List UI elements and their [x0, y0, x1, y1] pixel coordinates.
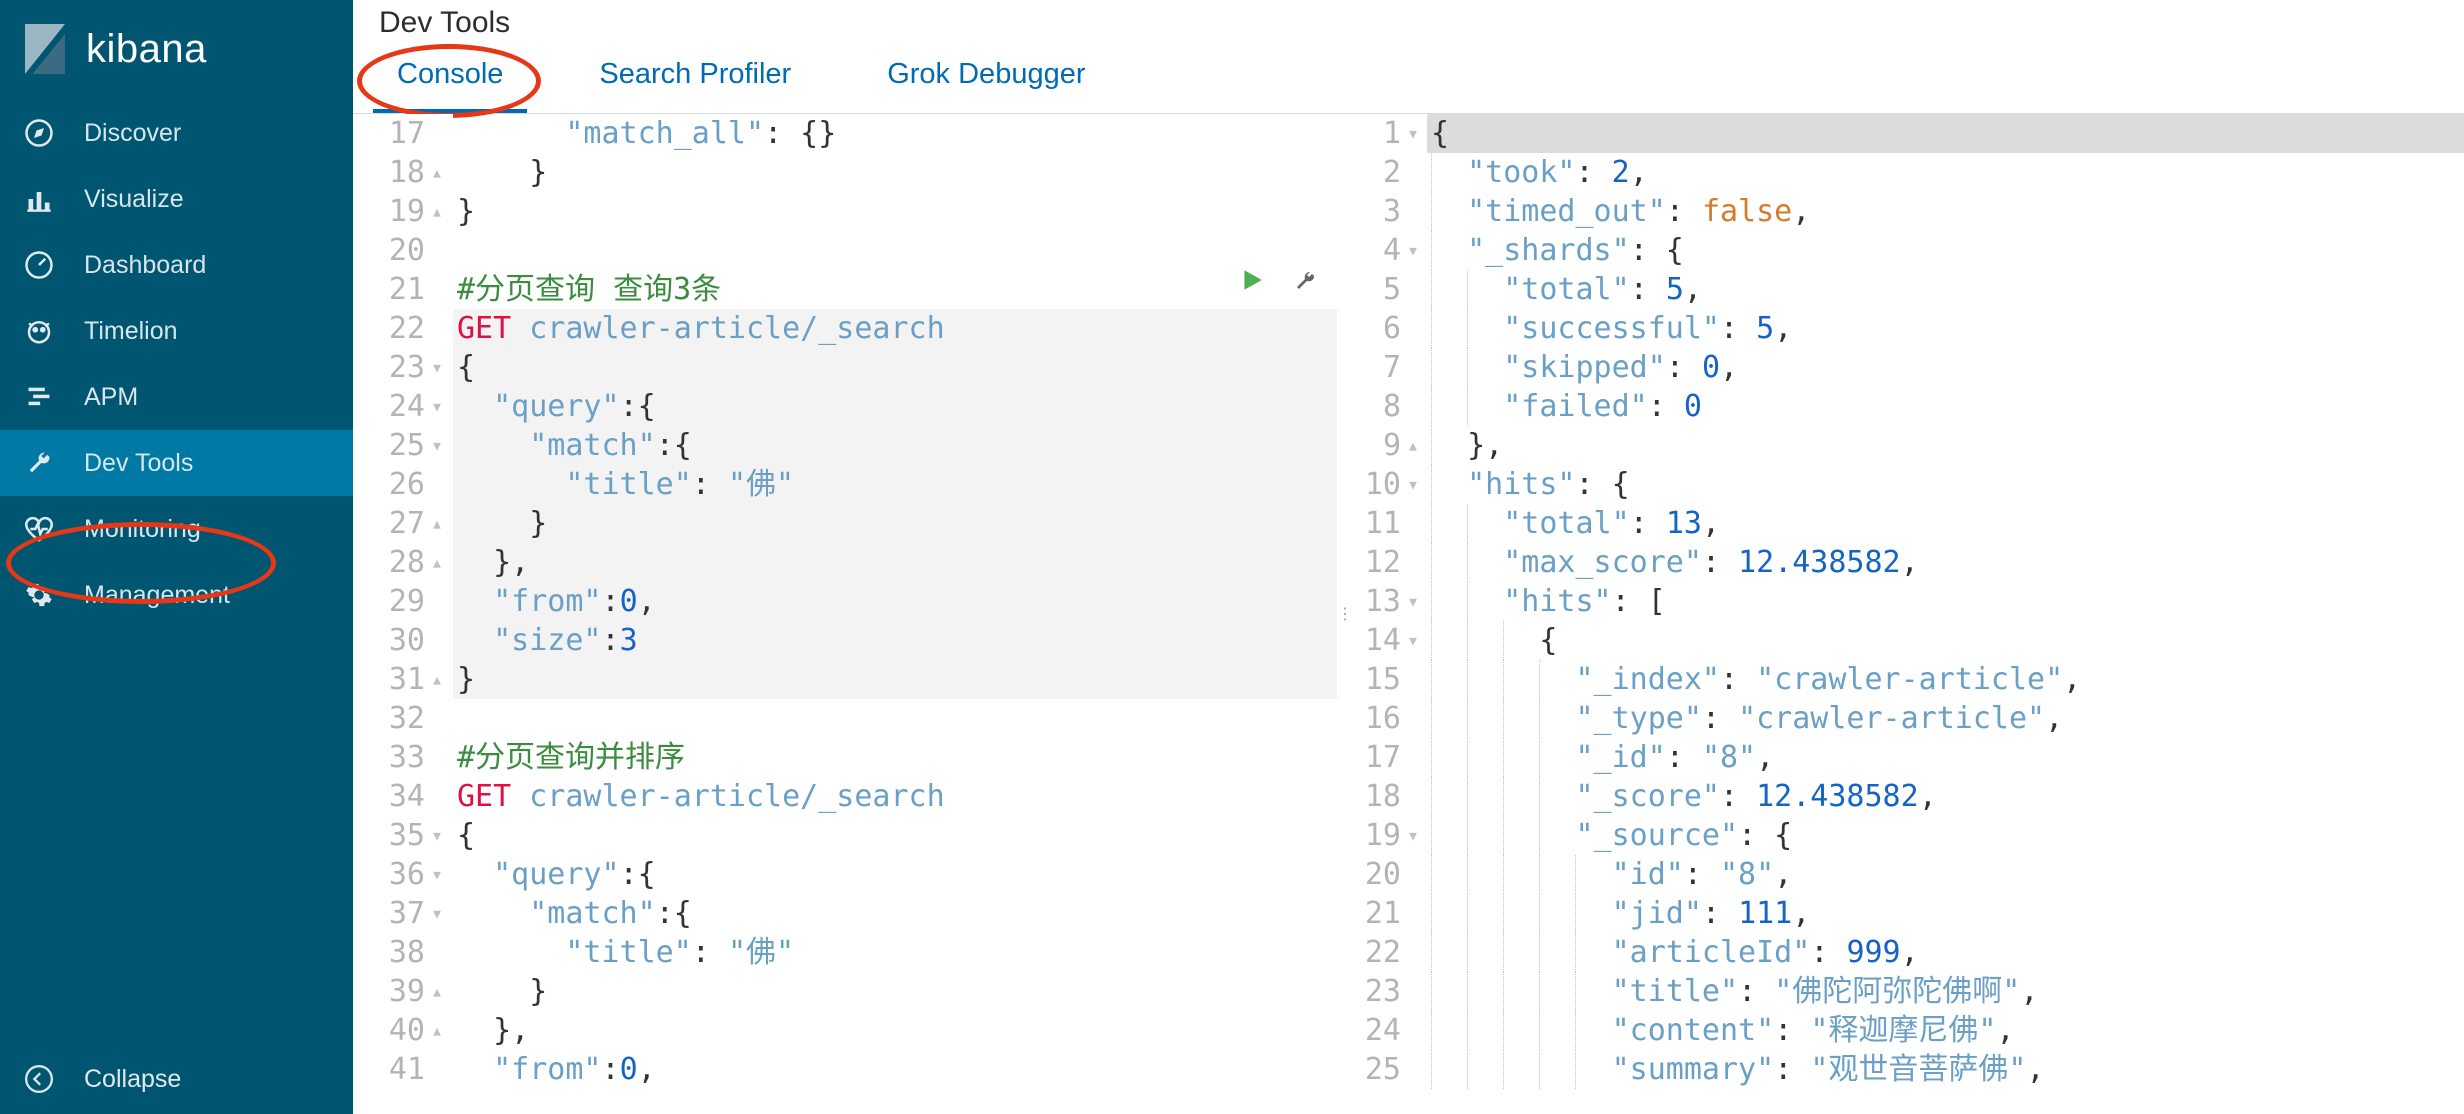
editor-actions — [1239, 264, 1323, 294]
sidebar-item-label: Management — [84, 581, 230, 610]
collapse-label: Collapse — [84, 1065, 181, 1094]
response-viewer: 1▾2 3 4▾5 6 7 8 9▴10▾11 12 13▾14▾15 16 1… — [1353, 114, 2464, 1114]
brand-label: kibana — [86, 27, 207, 72]
timelion-icon — [22, 314, 56, 348]
collapse-icon — [22, 1062, 56, 1096]
sidebar-nav: Discover Visualize Dashboard Timelion AP… — [0, 100, 353, 628]
run-icon[interactable] — [1239, 264, 1269, 294]
sidebar-item-label: Dashboard — [84, 251, 206, 280]
main: Dev Tools Console Search Profiler Grok D… — [353, 0, 2464, 1114]
sidebar-item-apm[interactable]: APM — [0, 364, 353, 430]
output-code[interactable]: { "took": 2, "timed_out": false, "_shard… — [1427, 114, 2464, 1114]
gauge-icon — [22, 248, 56, 282]
tab-grok-debugger[interactable]: Grok Debugger — [863, 44, 1109, 113]
wrench-icon[interactable] — [1293, 264, 1323, 294]
gear-icon — [22, 578, 56, 612]
heartbeat-icon — [22, 512, 56, 546]
sidebar-item-timelion[interactable]: Timelion — [0, 298, 353, 364]
sidebar-collapse[interactable]: Collapse — [0, 1044, 353, 1114]
request-editor[interactable]: 17 18▴19▴20 21 22 23▾24▾25▾26 27▴28▴29 3… — [353, 114, 1337, 1114]
wrench-icon — [22, 446, 56, 480]
sidebar-item-label: Timelion — [84, 317, 178, 346]
sidebar-item-label: Dev Tools — [84, 449, 193, 478]
sidebar-item-discover[interactable]: Discover — [0, 100, 353, 166]
sidebar-item-dashboard[interactable]: Dashboard — [0, 232, 353, 298]
sidebar-item-label: Monitoring — [84, 515, 201, 544]
editor-gutter: 17 18▴19▴20 21 22 23▾24▾25▾26 27▴28▴29 3… — [353, 114, 453, 1114]
apm-icon — [22, 380, 56, 414]
sidebar-item-label: APM — [84, 383, 138, 412]
sidebar-item-monitoring[interactable]: Monitoring — [0, 496, 353, 562]
page-title: Dev Tools — [353, 0, 2464, 44]
kibana-logo-icon — [20, 24, 70, 74]
brand[interactable]: kibana — [0, 0, 353, 100]
pane-divider[interactable]: ⋮ — [1337, 114, 1353, 1114]
sidebar-item-visualize[interactable]: Visualize — [0, 166, 353, 232]
bar-chart-icon — [22, 182, 56, 216]
output-gutter: 1▾2 3 4▾5 6 7 8 9▴10▾11 12 13▾14▾15 16 1… — [1353, 114, 1427, 1114]
compass-icon — [22, 116, 56, 150]
sidebar-item-management[interactable]: Management — [0, 562, 353, 628]
workspace: 17 18▴19▴20 21 22 23▾24▾25▾26 27▴28▴29 3… — [353, 114, 2464, 1114]
tabs: Console Search Profiler Grok Debugger — [353, 44, 2464, 114]
sidebar-item-dev-tools[interactable]: Dev Tools — [0, 430, 353, 496]
sidebar-item-label: Discover — [84, 119, 181, 148]
tab-console[interactable]: Console — [373, 44, 527, 113]
tab-search-profiler[interactable]: Search Profiler — [575, 44, 815, 113]
sidebar-item-label: Visualize — [84, 185, 184, 214]
editor-code[interactable]: "match_all": {} }}#分页查询 查询3条GET crawler-… — [453, 114, 1337, 1114]
sidebar: kibana Discover Visualize Dashboard Time… — [0, 0, 353, 1114]
